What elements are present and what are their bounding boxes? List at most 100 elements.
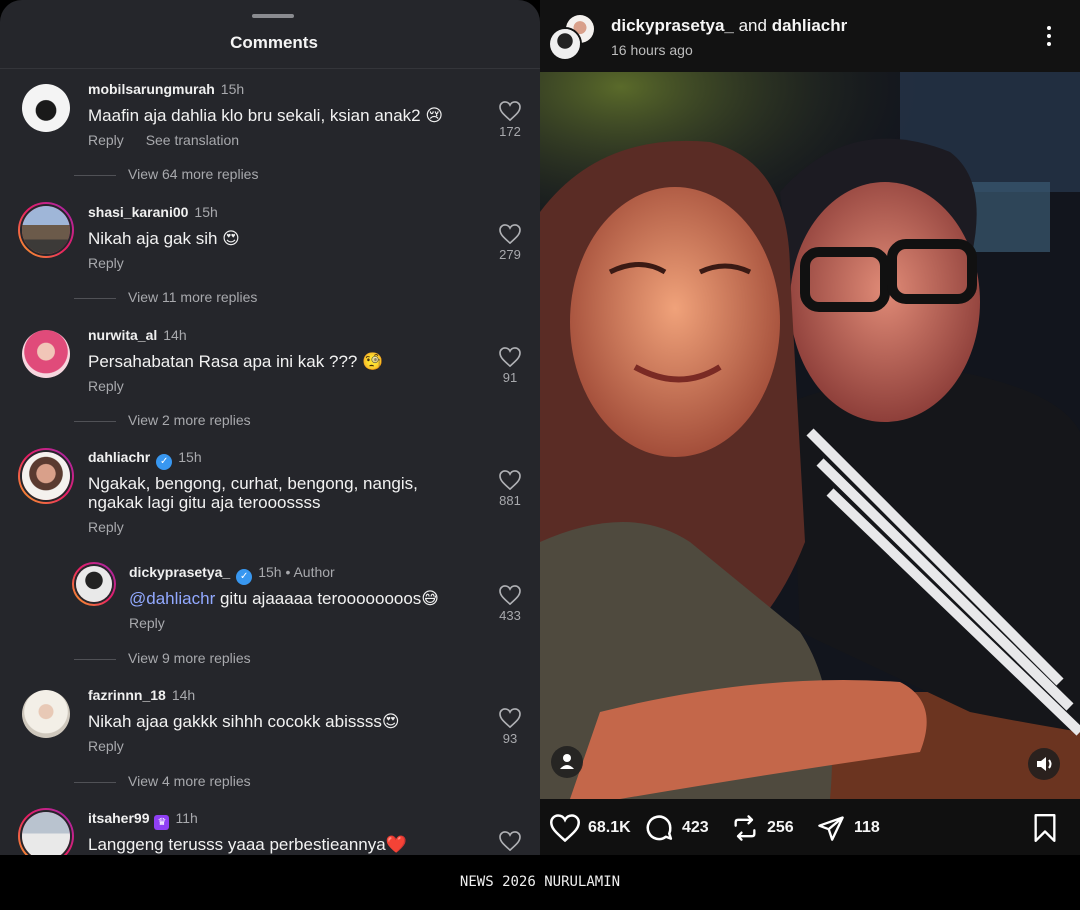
- comment-username[interactable]: dahliachr ✓ 15h: [88, 449, 202, 470]
- comment-time: 15h: [194, 204, 218, 220]
- see-translation-button[interactable]: See translation: [146, 132, 239, 148]
- author-username[interactable]: dickyprasetya_: [611, 16, 734, 35]
- comment-actions: Reply See translation: [88, 132, 257, 148]
- comments-sheet: Comments mobilsarungmurah 15h Maafin aja …: [0, 0, 540, 855]
- bookmark-button[interactable]: [1032, 813, 1066, 843]
- username-text[interactable]: dahliachr: [88, 449, 150, 465]
- like-count: 881: [499, 493, 521, 508]
- like-count: 91: [502, 370, 518, 385]
- sound-icon[interactable]: [1028, 748, 1060, 780]
- comment-text: Maafin aja dahlia klo bru sekali, ksian …: [88, 106, 444, 125]
- avatar[interactable]: [22, 690, 70, 738]
- like-count: 279: [499, 247, 521, 262]
- comment-count: 423: [682, 819, 709, 836]
- repost-count: 256: [767, 819, 794, 836]
- comment-time: 15h: [258, 564, 282, 580]
- comment-actions: Reply: [88, 378, 142, 394]
- like-count: 433: [499, 608, 521, 623]
- watermark-caption: NEWS 2026 NURULAMIN: [0, 855, 1080, 910]
- comment-time: 15h: [220, 81, 245, 97]
- heart-icon: [499, 708, 521, 728]
- heart-icon: [499, 470, 521, 490]
- photo-illustration: [540, 72, 1080, 799]
- comment-username[interactable]: shasi_karani00 15h: [88, 204, 218, 220]
- avatar[interactable]: [18, 808, 74, 855]
- username-text[interactable]: fazrinnn_18: [88, 687, 166, 703]
- heart-icon: [499, 224, 521, 244]
- comment-time: 15h: [178, 449, 202, 465]
- avatar[interactable]: [72, 562, 116, 606]
- comment-username[interactable]: nurwita_al 14h: [88, 327, 187, 343]
- verified-icon: ✓: [156, 454, 173, 470]
- author-tag: • Author: [285, 564, 335, 580]
- avatar[interactable]: [548, 27, 582, 61]
- comment-post-button[interactable]: 423: [644, 813, 709, 843]
- post-panel: dickyprasetya_ and dahliachr 16 hours ag…: [540, 0, 1080, 855]
- like-button[interactable]: 881: [494, 470, 526, 508]
- verified-icon: ✓: [236, 569, 253, 585]
- comment-text: Langgeng terusss yaaa perbestieannya❤️: [88, 835, 407, 854]
- bookmark-icon: [1034, 814, 1056, 842]
- comment-username[interactable]: fazrinnn_18 14h: [88, 687, 195, 703]
- like-button[interactable]: 172: [494, 101, 526, 139]
- like-count: 172: [499, 124, 521, 139]
- post-time: 16 hours ago: [611, 42, 693, 58]
- like-button[interactable]: 93: [494, 708, 526, 746]
- author-username[interactable]: dahliachr: [772, 16, 848, 35]
- post-header: dickyprasetya_ and dahliachr 16 hours ag…: [540, 0, 1080, 72]
- reply-button[interactable]: Reply: [88, 378, 124, 394]
- heart-icon: [499, 585, 521, 605]
- reply-button[interactable]: Reply: [88, 132, 124, 148]
- heart-icon: [550, 814, 580, 842]
- mention-link[interactable]: @dahliachr: [129, 589, 215, 608]
- user-tag-icon[interactable]: [551, 746, 583, 778]
- comment-time: 14h: [171, 687, 196, 703]
- reply-button[interactable]: Reply: [88, 255, 124, 271]
- reply-button[interactable]: Reply: [88, 519, 124, 535]
- more-icon[interactable]: [1040, 26, 1058, 48]
- comment-time: 11h: [175, 810, 198, 826]
- like-button[interactable]: 91: [494, 347, 526, 385]
- heart-icon: [499, 101, 521, 121]
- avatar[interactable]: [18, 448, 74, 504]
- reply-button[interactable]: Reply: [88, 738, 124, 754]
- reply-body: gitu ajaaaaa teroooooooos😅: [215, 589, 440, 608]
- comment-text: Nikah aja gak sih 😍: [88, 229, 240, 248]
- post-photo[interactable]: [540, 72, 1080, 799]
- repost-icon: [734, 815, 756, 841]
- like-button[interactable]: [494, 831, 526, 851]
- view-more-replies[interactable]: View 64 more replies: [74, 166, 258, 182]
- crown-icon: ♛: [154, 815, 170, 830]
- view-more-replies[interactable]: View 11 more replies: [74, 289, 257, 305]
- like-count: 93: [502, 731, 518, 746]
- like-button[interactable]: 433: [494, 585, 526, 623]
- view-more-replies[interactable]: View 9 more replies: [74, 650, 251, 666]
- comment-actions: Reply: [88, 255, 142, 271]
- share-count: 118: [854, 819, 880, 836]
- comment-text: Persahabatan Rasa apa ini kak ??? 🧐: [88, 352, 384, 371]
- like-button[interactable]: 279: [494, 224, 526, 262]
- comment-text: @dahliachr gitu ajaaaaa teroooooooos😅: [129, 589, 479, 608]
- username-text[interactable]: itsaher99: [88, 810, 149, 826]
- drag-handle[interactable]: [252, 14, 294, 18]
- username-text[interactable]: mobilsarungmurah: [88, 81, 215, 97]
- repost-button[interactable]: 256: [731, 813, 794, 843]
- comment-text: Ngakak, bengong, curhat, bengong, nangis…: [88, 474, 418, 512]
- reply-button[interactable]: Reply: [129, 615, 165, 631]
- comment-username[interactable]: mobilsarungmurah 15h: [88, 81, 244, 97]
- avatar[interactable]: [22, 330, 70, 378]
- share-button[interactable]: 118: [816, 813, 880, 843]
- username-text[interactable]: nurwita_al: [88, 327, 157, 343]
- view-more-replies[interactable]: View 4 more replies: [74, 773, 251, 789]
- username-text[interactable]: dickyprasetya_: [129, 564, 230, 580]
- username-text[interactable]: shasi_karani00: [88, 204, 188, 220]
- like-post-button[interactable]: 68.1K: [550, 813, 631, 843]
- comment-username[interactable]: dickyprasetya_ ✓ 15h • Author: [129, 564, 335, 585]
- comment-username[interactable]: itsaher99 ♛ 11h: [88, 810, 198, 830]
- post-authors: dickyprasetya_ and dahliachr: [611, 16, 847, 36]
- avatar[interactable]: [22, 84, 70, 132]
- heart-icon: [499, 831, 521, 851]
- view-more-replies[interactable]: View 2 more replies: [74, 412, 251, 428]
- like-count: 68.1K: [588, 819, 631, 836]
- avatar[interactable]: [18, 202, 74, 258]
